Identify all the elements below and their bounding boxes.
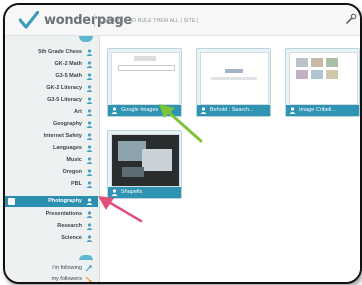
sidebar-item-music[interactable]: Music <box>5 155 98 166</box>
sidebar-item-research[interactable]: Research <box>5 221 98 232</box>
sidebar-item-gk2-literacy[interactable]: GK-2 Literacy <box>5 83 98 94</box>
tile-label-bar: Behold : Search... <box>197 105 270 116</box>
sidebar-item-label: Internet Safety <box>43 133 82 139</box>
my-followers-label: my followers <box>51 276 82 282</box>
user-icon <box>86 61 93 68</box>
user-icon <box>86 73 93 80</box>
tile-label: Behold : Search... <box>210 107 254 113</box>
app-window: wonderpage ONE PAGE TO RULE THEM ALL | S… <box>3 3 362 284</box>
user-icon <box>86 198 93 205</box>
user-icon <box>289 107 296 114</box>
user-icon <box>86 49 93 56</box>
thumb-image <box>326 58 338 67</box>
tile-thumbnail <box>200 52 269 105</box>
tile-thumbnail <box>289 52 358 105</box>
user-icon <box>86 211 93 218</box>
sidebar-item-languages[interactable]: Languages <box>5 143 98 154</box>
top-bar: wonderpage ONE PAGE TO RULE THEM ALL | S… <box>5 5 360 36</box>
sidebar-item-label: Science <box>61 235 82 241</box>
sidebar: 5th Grade Chess GK-2 Math G3-5 Math GK-2… <box>5 36 100 282</box>
edit-icon[interactable] <box>8 198 15 205</box>
sidebar-item-5th-grade-chess[interactable]: 5th Grade Chess <box>5 47 98 58</box>
scroll-down-handle[interactable] <box>79 255 93 260</box>
my-followers-link[interactable]: my followers <box>5 274 98 282</box>
search-box-thumb <box>118 65 175 71</box>
tile-image-cribell[interactable]: Image Cribell... <box>285 48 360 117</box>
thumb-image <box>296 70 308 79</box>
user-icon <box>86 121 93 128</box>
tile-label: Google Images <box>121 107 159 113</box>
thumb-image <box>296 58 308 67</box>
tile-thumbnail <box>111 52 180 105</box>
scroll-up-handle[interactable] <box>79 36 93 42</box>
user-icon <box>86 85 93 92</box>
sidebar-item-science[interactable]: Science <box>5 233 98 244</box>
sidebar-item-oregon[interactable]: Oregon <box>5 167 98 178</box>
sidebar-item-geography[interactable]: Geography <box>5 119 98 130</box>
thumb-image <box>142 149 172 171</box>
search-box-thumb <box>211 77 257 80</box>
sidebar-item-art[interactable]: Art <box>5 107 98 118</box>
sidebar-item-internet-safety[interactable]: Internet Safety <box>5 131 98 142</box>
wrench-icon[interactable] <box>345 13 357 25</box>
sidebar-item-gk2-math[interactable]: GK-2 Math <box>5 59 98 70</box>
user-icon <box>86 223 93 230</box>
sidebar-item-g35-math[interactable]: G3-5 Math <box>5 71 98 82</box>
sidebar-item-g35-literacy[interactable]: G3-5 Literacy <box>5 95 98 106</box>
sidebar-item-label: Music <box>66 157 82 163</box>
rss-icon <box>85 265 92 272</box>
rss-icon <box>85 276 92 282</box>
sidebar-item-pbl[interactable]: PBL <box>5 179 98 190</box>
sidebar-item-photography[interactable]: Photography <box>5 196 98 207</box>
thumb-image <box>311 58 323 67</box>
thumb-image <box>122 167 144 177</box>
thumb-image <box>326 70 338 79</box>
user-icon <box>86 181 93 188</box>
user-icon <box>86 157 93 164</box>
user-icon <box>111 107 118 114</box>
tile-behold-search[interactable]: Behold : Search... <box>196 48 271 117</box>
sidebar-item-label: GK-2 Literacy <box>46 85 82 91</box>
im-following-label: i'm following <box>52 265 82 271</box>
sidebar-item-label: Art <box>74 109 82 115</box>
sidebar-item-label: Oregon <box>62 169 82 175</box>
user-icon <box>86 133 93 140</box>
im-following-link[interactable]: i'm following <box>5 263 98 274</box>
sidebar-item-label: G3-5 Math <box>55 73 82 79</box>
bookmark-grid: Google Images Behold : Search... Image C… <box>100 36 360 282</box>
pink-arrow-annotation <box>98 196 143 223</box>
thumb-image <box>311 70 323 79</box>
user-icon <box>86 169 93 176</box>
wonderpage-logo-icon[interactable] <box>19 11 39 29</box>
sidebar-item-label: Languages <box>52 145 82 151</box>
user-icon <box>86 145 93 152</box>
tile-label-bar: Image Cribell... <box>286 105 359 116</box>
sidebar-item-label: Geography <box>52 121 82 127</box>
tile-label: Image Cribell... <box>299 107 336 113</box>
sidebar-item-label: G3-5 Literacy <box>47 97 82 103</box>
sidebar-item-presentations[interactable]: Presentations <box>5 209 98 220</box>
sidebar-item-label: 5th Grade Chess <box>38 49 82 55</box>
user-icon <box>86 97 93 104</box>
green-arrow-annotation <box>159 104 203 143</box>
sidebar-item-label: Research <box>57 223 82 229</box>
tagline: ONE PAGE TO RULE THEM ALL | SITE | <box>100 18 199 24</box>
behold-logo-thumb <box>225 69 243 73</box>
sidebar-item-label: GK-2 Math <box>54 61 83 67</box>
sidebar-item-label: Presentations <box>45 211 82 217</box>
brand-divider <box>94 14 95 27</box>
sidebar-item-label: PBL <box>71 181 82 187</box>
user-icon <box>86 109 93 116</box>
sidebar-item-label: Photography <box>48 198 82 204</box>
user-icon <box>86 235 93 242</box>
google-logo-thumb <box>134 56 156 61</box>
